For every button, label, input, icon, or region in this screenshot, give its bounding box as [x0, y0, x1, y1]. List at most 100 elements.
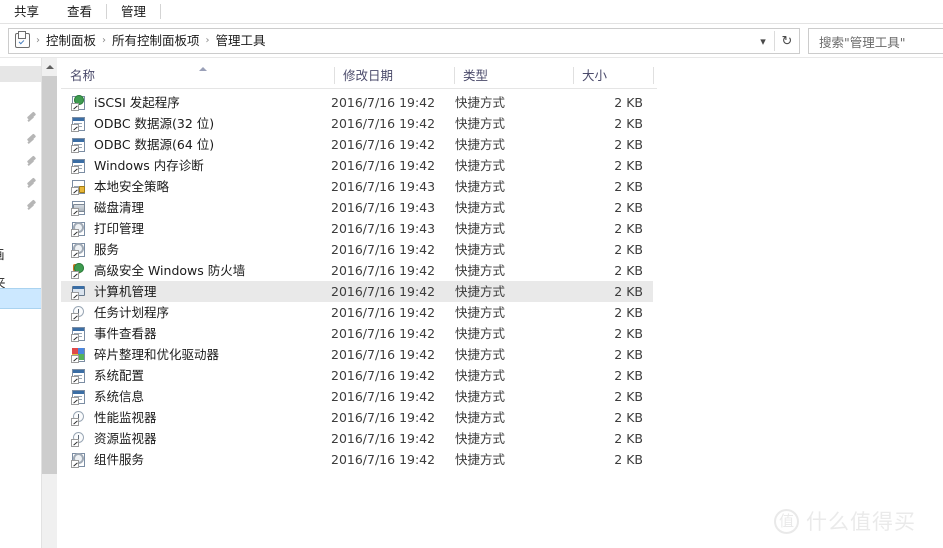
file-name-label: 事件查看器: [94, 326, 157, 341]
tab-manage[interactable]: 管理: [107, 0, 160, 23]
nav-partial-label-1: re: [0, 153, 4, 168]
defragment-drives-icon: [71, 347, 87, 363]
table-row[interactable]: iSCSI 发起程序 2016/7/16 19:42 快捷方式 2 KB: [61, 92, 653, 113]
nav-selected-item[interactable]: [0, 288, 42, 309]
system-configuration-icon: [71, 368, 87, 384]
file-size-cell: 2 KB: [614, 200, 643, 215]
breadcrumb-control-panel[interactable]: 控制面板: [41, 29, 101, 53]
breadcrumb-box[interactable]: › 控制面板 › 所有控制面板项 › 管理工具 ▾ ↻: [8, 28, 800, 54]
file-name-label: 高级安全 Windows 防火墙: [94, 263, 246, 278]
file-size-cell: 2 KB: [614, 263, 643, 278]
file-name-cell: ODBC 数据源(64 位): [61, 134, 214, 155]
file-name-cell: 性能监视器: [61, 407, 157, 428]
table-row[interactable]: 服务 2016/7/16 19:42 快捷方式 2 KB: [61, 239, 653, 260]
ribbon-bottom-divider: [0, 23, 943, 24]
table-row[interactable]: 计算机管理 2016/7/16 19:42 快捷方式 2 KB: [61, 281, 653, 302]
file-name-cell: 任务计划程序: [61, 302, 169, 323]
table-row[interactable]: 任务计划程序 2016/7/16 19:42 快捷方式 2 KB: [61, 302, 653, 323]
column-header-size-label: 大小: [582, 68, 608, 83]
file-name-cell: 系统配置: [61, 365, 144, 386]
sort-ascending-icon: [199, 67, 207, 71]
pin-icon: [26, 132, 39, 145]
table-row[interactable]: 系统信息 2016/7/16 19:42 快捷方式 2 KB: [61, 386, 653, 407]
table-row[interactable]: 本地安全策略 2016/7/16 19:43 快捷方式 2 KB: [61, 176, 653, 197]
file-date-cell: 2016/7/16 19:42: [331, 95, 436, 110]
file-size-cell: 2 KB: [614, 242, 643, 257]
column-header-date-modified[interactable]: 修改日期: [334, 62, 454, 89]
table-row[interactable]: Windows 内存诊断 2016/7/16 19:42 快捷方式 2 KB: [61, 155, 653, 176]
column-divider-4[interactable]: [653, 67, 654, 84]
navigation-pane: re 画 夹: [0, 58, 42, 548]
file-date-cell: 2016/7/16 19:42: [331, 452, 436, 467]
file-type-cell: 快捷方式: [455, 347, 506, 362]
search-input[interactable]: 搜索"管理工具": [809, 32, 906, 51]
file-date-cell: 2016/7/16 19:42: [331, 158, 436, 173]
file-type-cell: 快捷方式: [455, 95, 506, 110]
column-header-size[interactable]: 大小: [573, 62, 653, 89]
event-viewer-icon: [71, 326, 87, 342]
file-name-label: 磁盘清理: [94, 200, 145, 215]
file-date-cell: 2016/7/16 19:42: [331, 284, 436, 299]
chevron-down-icon[interactable]: ▾: [752, 29, 774, 53]
scroll-up-arrow-icon[interactable]: [42, 58, 57, 75]
file-name-label: 本地安全策略: [94, 179, 170, 194]
file-date-cell: 2016/7/16 19:43: [331, 221, 436, 236]
table-row[interactable]: ODBC 数据源(64 位) 2016/7/16 19:42 快捷方式 2 KB: [61, 134, 653, 155]
table-row[interactable]: 高级安全 Windows 防火墙 2016/7/16 19:42 快捷方式 2 KB: [61, 260, 653, 281]
table-row[interactable]: 事件查看器 2016/7/16 19:42 快捷方式 2 KB: [61, 323, 653, 344]
table-row[interactable]: 组件服务 2016/7/16 19:42 快捷方式 2 KB: [61, 449, 653, 470]
memory-diagnostic-icon: [71, 158, 87, 174]
file-type-cell: 快捷方式: [455, 221, 506, 236]
pin-icon: [26, 110, 39, 123]
file-type-cell: 快捷方式: [455, 263, 506, 278]
breadcrumb-all-items[interactable]: 所有控制面板项: [107, 29, 205, 53]
column-header-name[interactable]: 名称: [61, 62, 334, 89]
scrollbar-thumb[interactable]: [42, 76, 57, 474]
file-date-cell: 2016/7/16 19:43: [331, 179, 436, 194]
table-row[interactable]: 碎片整理和优化驱动器 2016/7/16 19:42 快捷方式 2 KB: [61, 344, 653, 365]
file-type-cell: 快捷方式: [455, 368, 506, 383]
file-type-cell: 快捷方式: [455, 452, 506, 467]
nav-quick-access-item-4[interactable]: [0, 172, 42, 192]
file-name-label: ODBC 数据源(64 位): [94, 137, 215, 152]
refresh-icon[interactable]: ↻: [775, 29, 799, 53]
file-name-label: 碎片整理和优化驱动器: [94, 347, 220, 362]
file-type-cell: 快捷方式: [455, 326, 506, 341]
file-explorer-window: 共享 查看 管理 › 控制面板 › 所有控制面板项 › 管理工具 ▾ ↻ 搜索"…: [0, 0, 943, 548]
file-name-cell: 服务: [61, 239, 119, 260]
table-row[interactable]: 打印管理 2016/7/16 19:43 快捷方式 2 KB: [61, 218, 653, 239]
table-row[interactable]: ODBC 数据源(32 位) 2016/7/16 19:42 快捷方式 2 KB: [61, 113, 653, 134]
file-type-cell: 快捷方式: [455, 137, 506, 152]
file-date-cell: 2016/7/16 19:42: [331, 368, 436, 383]
nav-scrollbar[interactable]: [42, 58, 57, 548]
nav-quick-access-item-2[interactable]: [0, 128, 42, 148]
tab-share[interactable]: 共享: [0, 0, 53, 23]
table-row[interactable]: 性能监视器 2016/7/16 19:42 快捷方式 2 KB: [61, 407, 653, 428]
file-date-cell: 2016/7/16 19:42: [331, 347, 436, 362]
table-row[interactable]: 系统配置 2016/7/16 19:42 快捷方式 2 KB: [61, 365, 653, 386]
file-type-cell: 快捷方式: [455, 158, 506, 173]
file-name-label: 服务: [94, 242, 120, 257]
file-name-label: 资源监视器: [94, 431, 157, 446]
file-type-cell: 快捷方式: [455, 410, 506, 425]
services-icon: [71, 242, 87, 258]
pin-icon: [26, 154, 39, 167]
nav-quick-access-item-3[interactable]: [0, 150, 42, 170]
file-date-cell: 2016/7/16 19:42: [331, 410, 436, 425]
file-name-cell: 磁盘清理: [61, 197, 144, 218]
file-name-cell: 打印管理: [61, 218, 144, 239]
table-row[interactable]: 磁盘清理 2016/7/16 19:43 快捷方式 2 KB: [61, 197, 653, 218]
file-size-cell: 2 KB: [614, 431, 643, 446]
nav-quick-access-item-1[interactable]: [0, 106, 42, 126]
file-type-cell: 快捷方式: [455, 389, 506, 404]
table-row[interactable]: 资源监视器 2016/7/16 19:42 快捷方式 2 KB: [61, 428, 653, 449]
search-box[interactable]: 搜索"管理工具": [808, 28, 943, 54]
breadcrumb-administrative-tools[interactable]: 管理工具: [211, 29, 271, 53]
disk-cleanup-icon: [71, 200, 87, 216]
nav-quick-access-item-5[interactable]: [0, 194, 42, 214]
tab-separator-right: [160, 4, 162, 19]
file-size-cell: 2 KB: [614, 368, 643, 383]
tab-view[interactable]: 查看: [53, 0, 106, 23]
local-security-policy-icon: [71, 179, 87, 195]
column-header-type[interactable]: 类型: [454, 62, 573, 89]
